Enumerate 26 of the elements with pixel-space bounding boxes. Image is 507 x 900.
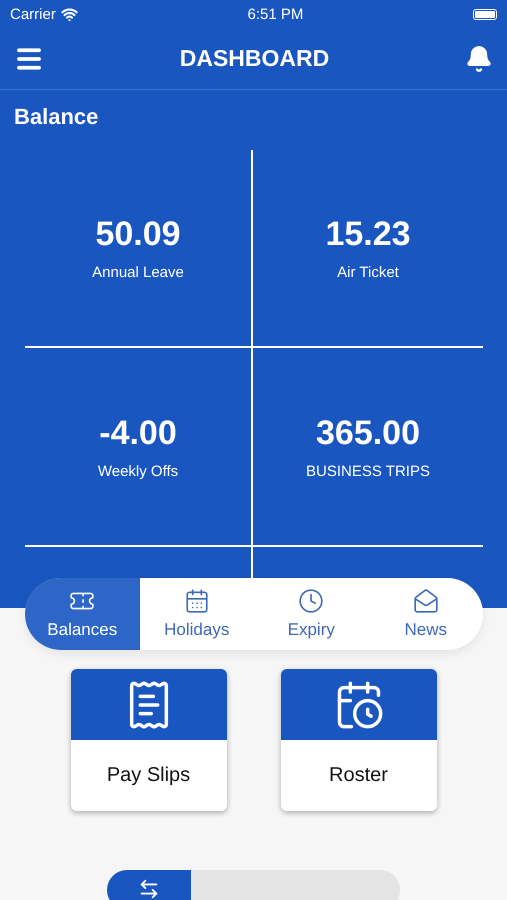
carrier-name: Carrier <box>10 6 56 22</box>
tab[interactable]: Balances <box>25 578 140 650</box>
balance-value: -4.00 <box>99 414 177 452</box>
bell-button[interactable] <box>465 44 493 72</box>
balance-label: Weekly Offs <box>98 462 178 480</box>
balance-value: 50.09 <box>95 215 181 254</box>
shortcut-card[interactable]: Pay Slips <box>70 669 226 811</box>
swap-icon <box>138 878 160 900</box>
calendar-icon <box>184 588 210 614</box>
status-time: 6:51 PM <box>247 6 304 22</box>
envelope-icon <box>412 588 439 614</box>
page-title: DASHBOARD <box>180 45 330 72</box>
balance-label: Annual Leave <box>92 264 184 281</box>
section-title: Balance <box>14 104 100 130</box>
balance-value: 365.00 <box>316 414 420 452</box>
balance-value: 15.23 <box>325 215 411 254</box>
shortcut-card[interactable]: Roster <box>280 669 436 811</box>
wifi-icon <box>60 6 78 22</box>
tab[interactable]: News <box>368 578 483 650</box>
balance-label: BUSINESS TRIPS <box>306 462 430 480</box>
toggle-segment[interactable] <box>107 870 191 900</box>
tab[interactable]: Expiry <box>254 578 368 650</box>
battery-icon <box>473 8 497 20</box>
balance-label: Air Ticket <box>337 264 399 281</box>
clock-icon <box>298 588 324 614</box>
tab[interactable]: Holidays <box>140 578 254 650</box>
